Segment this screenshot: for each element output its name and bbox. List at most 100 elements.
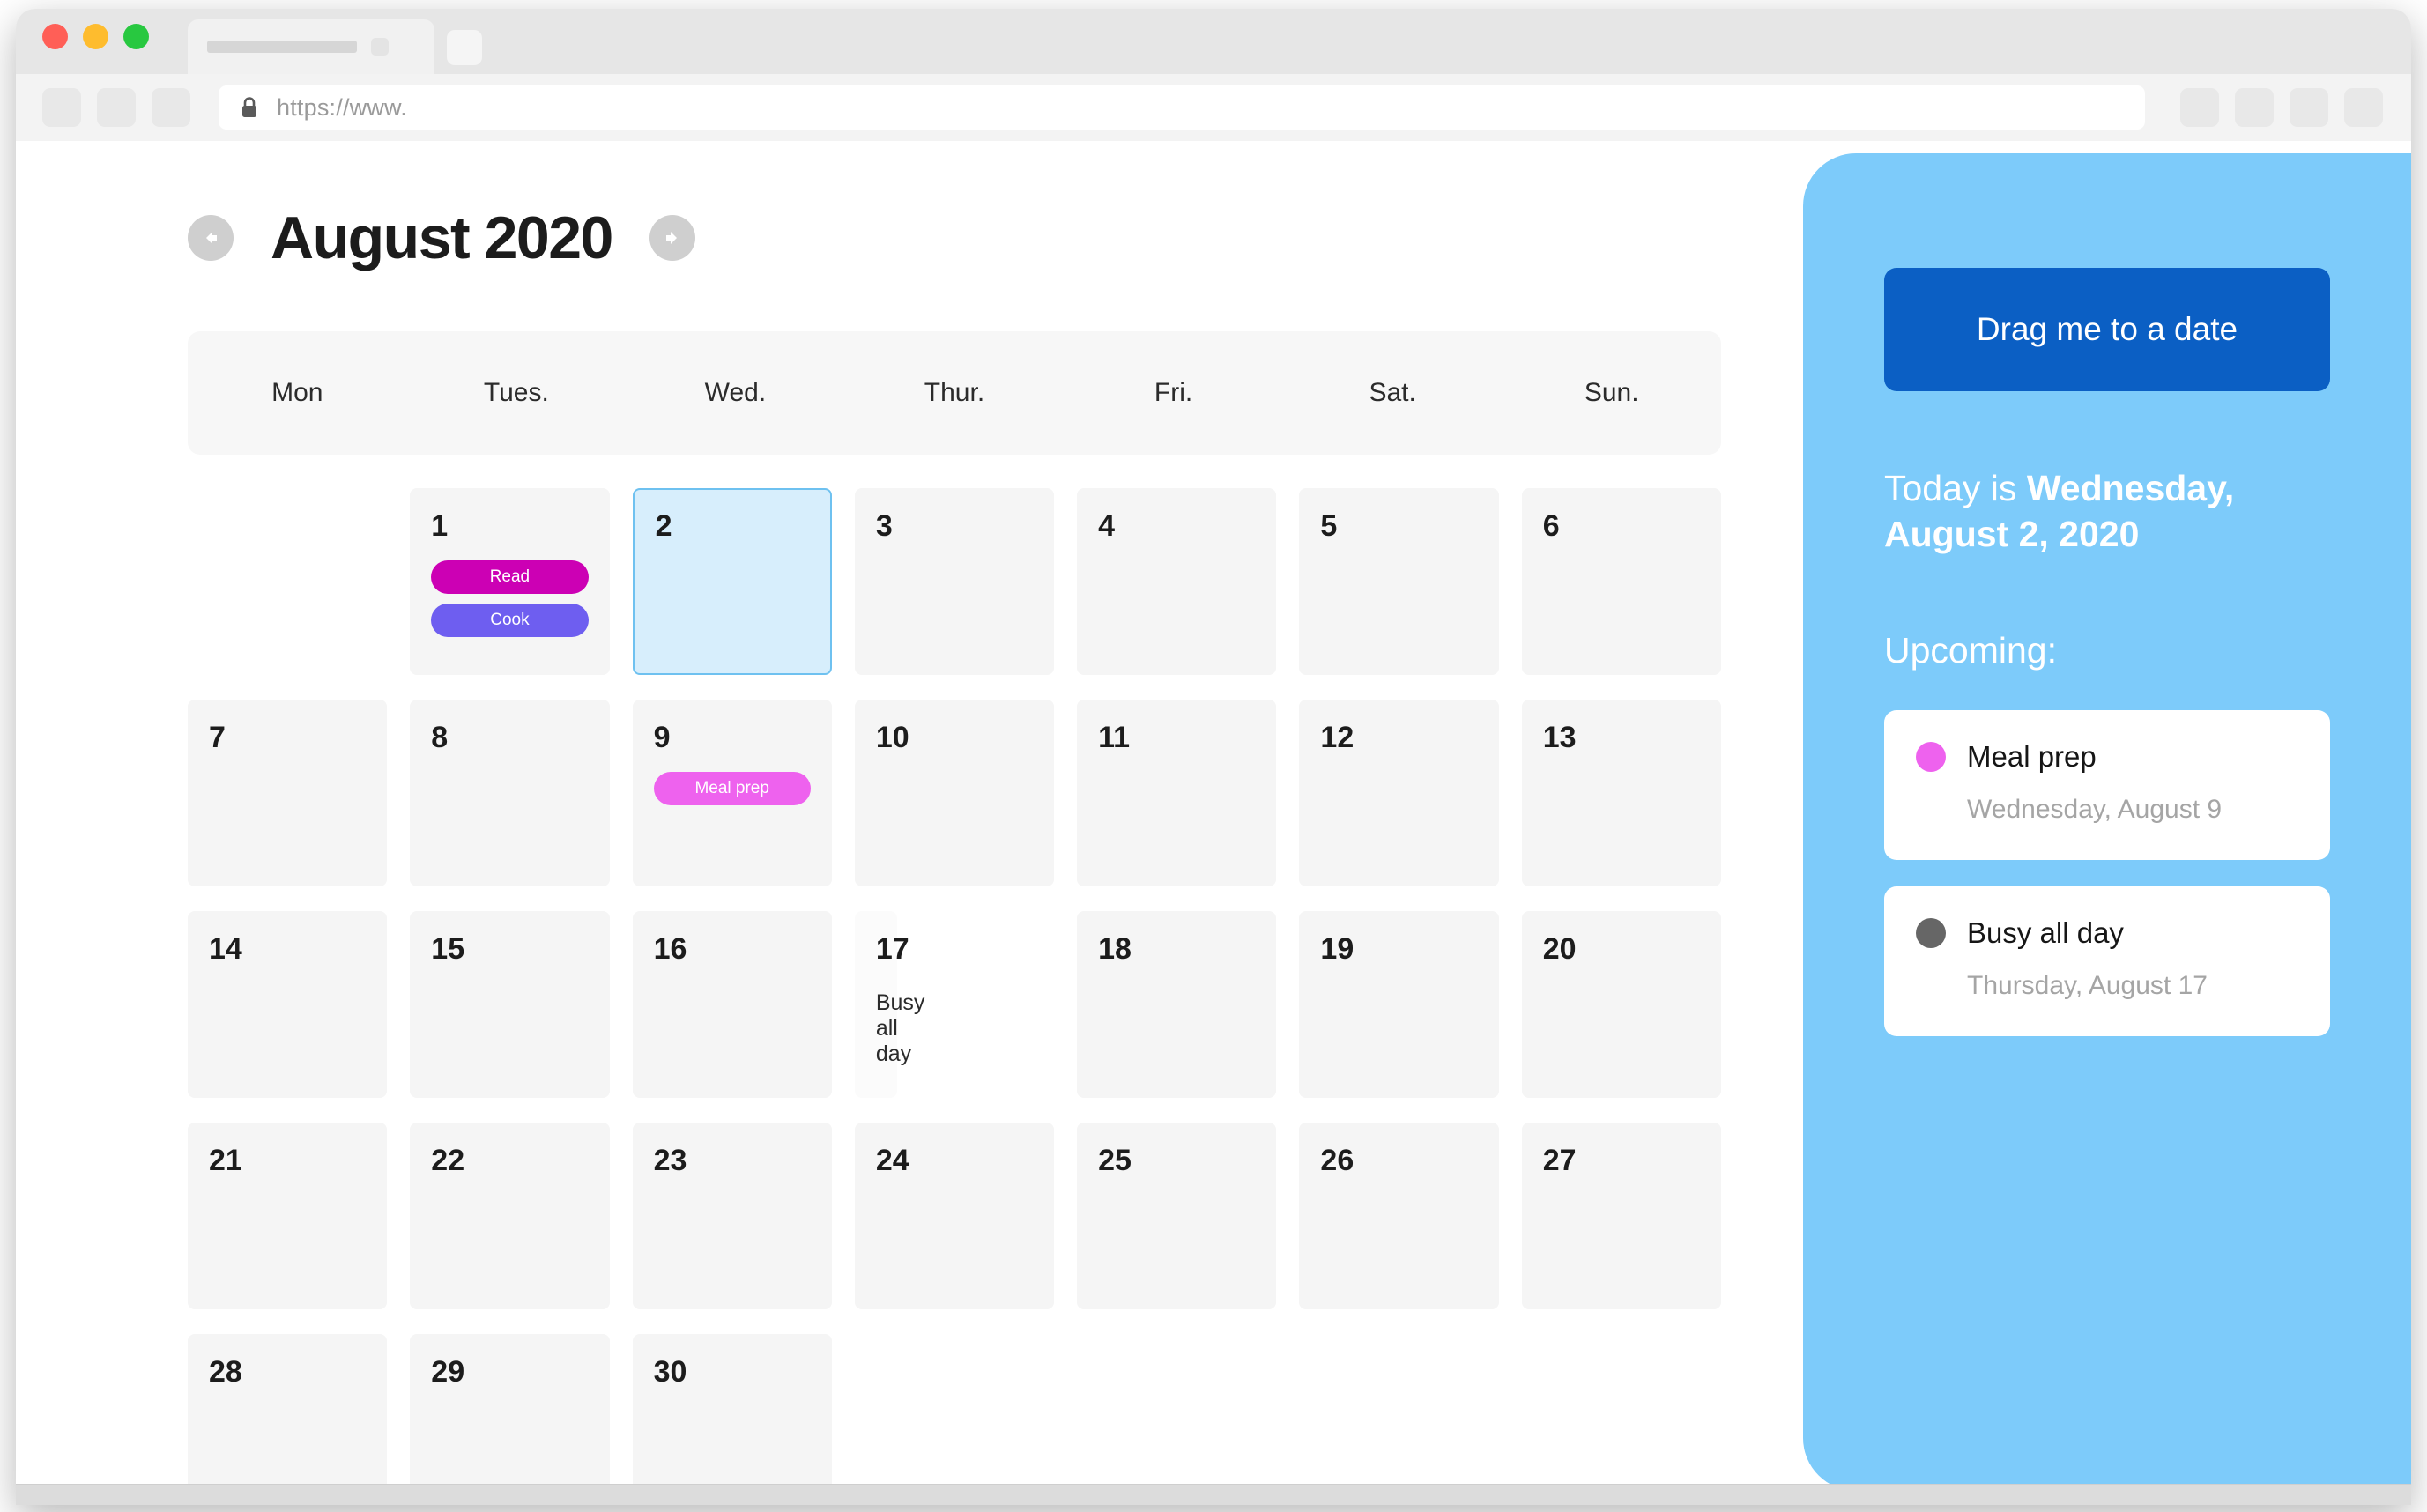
calendar-day-cell[interactable]: 14	[188, 911, 388, 1098]
arrow-right-icon	[665, 232, 677, 244]
maximize-window-button[interactable]	[123, 23, 149, 49]
day-number: 25	[1098, 1144, 1132, 1177]
tab-close-icon[interactable]	[371, 38, 389, 56]
calendar-day-cell[interactable]: 28	[188, 1334, 388, 1505]
calendar-day-cell[interactable]: 17 Busy all day	[854, 911, 924, 1098]
weekday-label-5: Sat.	[1369, 378, 1416, 407]
calendar-day-cell[interactable]: 15	[410, 911, 610, 1098]
calendar-day-cell[interactable]: 20	[1521, 911, 1721, 1098]
day-number: 6	[1542, 509, 1560, 543]
event-color-dot-icon	[1916, 917, 1946, 948]
day-number: 11	[1098, 721, 1131, 754]
browser-tab[interactable]	[188, 19, 434, 74]
event-pill[interactable]: Read	[431, 560, 589, 594]
weekday-label-3: Thur.	[924, 378, 985, 407]
calendar-day-cell[interactable]: 16	[632, 911, 832, 1098]
upcoming-event-card[interactable]: Busy all day Thursday, August 17	[1884, 886, 2330, 1036]
calendar-day-cell[interactable]: 21	[188, 1123, 388, 1309]
day-number: 21	[209, 1144, 242, 1177]
calendar-day-cell[interactable]: 10	[854, 700, 1055, 886]
day-number: 12	[1320, 721, 1355, 754]
page-content: August 2020 Mon Tues. Wed. Thur. Fri. Sat. Sun…	[16, 141, 2411, 1505]
calendar-day-cell[interactable]: 2	[632, 488, 832, 675]
day-number: 26	[1320, 1144, 1355, 1177]
calendar-day-cell[interactable]: 6	[1521, 488, 1721, 675]
toolbar-icon-2[interactable]	[2235, 88, 2274, 127]
day-number: 28	[209, 1355, 242, 1389]
weekday-header-row: Mon Tues. Wed. Thur. Fri. Sat. Sun.	[188, 331, 1721, 455]
calendar-day-cell[interactable]: 25	[1077, 1123, 1277, 1309]
calendar-week-row: 21 22 23 24 25 26 27	[188, 1123, 1721, 1309]
next-month-button[interactable]	[649, 215, 695, 261]
calendar-day-cell[interactable]: 29	[410, 1334, 610, 1505]
calendar-day-cell[interactable]: 9 Meal prep	[632, 700, 832, 886]
minimize-window-button[interactable]	[83, 23, 108, 49]
reload-button[interactable]	[152, 88, 190, 127]
calendar-day-cell[interactable]: 7	[188, 700, 388, 886]
calendar-week-row: 1 Read Cook 2 3 4 5 6	[188, 488, 1721, 675]
today-text: Today is Wednesday, August 2, 2020	[1884, 465, 2298, 558]
calendar-day-cell[interactable]: 4	[1077, 488, 1277, 675]
calendar-week-row: 14 15 16 17 Busy all day 18 19 20	[188, 911, 1721, 1098]
calendar-day-cell[interactable]: 5	[1299, 488, 1499, 675]
toolbar-icon-3[interactable]	[2290, 88, 2328, 127]
weekday-label-4: Fri.	[1154, 378, 1193, 407]
arrow-left-icon	[206, 232, 217, 244]
day-event-list: Meal prep	[653, 772, 811, 805]
event-pill[interactable]: Cook	[431, 604, 589, 637]
calendar-day-cell[interactable]: 8	[410, 700, 610, 886]
sidebar-panel: Drag me to a date Today is Wednesday, Au…	[1803, 153, 2411, 1491]
day-event-list: Read Cook	[431, 560, 589, 637]
calendar-cell-empty	[1077, 1334, 1276, 1505]
day-number: 8	[431, 721, 449, 754]
tab-title-placeholder	[207, 41, 357, 53]
calendar-day-cell[interactable]: 26	[1299, 1123, 1499, 1309]
day-number: 15	[431, 932, 465, 966]
calendar-day-cell[interactable]: 24	[854, 1123, 1055, 1309]
day-number: 1	[431, 509, 449, 543]
calendar-day-cell[interactable]: 23	[632, 1123, 832, 1309]
forward-button[interactable]	[97, 88, 136, 127]
prev-month-button[interactable]	[188, 215, 234, 261]
day-number: 18	[1098, 932, 1132, 966]
toolbar-icon-4[interactable]	[2344, 88, 2383, 127]
upcoming-heading: Upcoming:	[1884, 629, 2057, 671]
calendar: August 2020 Mon Tues. Wed. Thur. Fri. Sat. Sun…	[16, 141, 1831, 1505]
horizontal-scrollbar[interactable]	[16, 1484, 2411, 1505]
day-number: 29	[431, 1355, 465, 1389]
calendar-day-cell[interactable]: 19	[1299, 911, 1499, 1098]
calendar-week-row: 7 8 9 Meal prep 10 11 12 13	[188, 700, 1721, 886]
calendar-day-cell[interactable]: 27	[1521, 1123, 1721, 1309]
day-number: 13	[1542, 721, 1577, 754]
day-number: 16	[653, 932, 687, 966]
close-window-button[interactable]	[42, 23, 68, 49]
event-pill[interactable]: Meal prep	[653, 772, 811, 805]
calendar-cell-empty	[1299, 1334, 1498, 1505]
browser-titlebar	[16, 9, 2411, 74]
back-button[interactable]	[42, 88, 81, 127]
day-number: 10	[875, 721, 909, 754]
browser-toolbar: https://www.	[16, 74, 2411, 141]
calendar-day-cell[interactable]: 30	[632, 1334, 832, 1505]
calendar-day-cell[interactable]: 13	[1521, 700, 1721, 886]
calendar-day-cell[interactable]: 3	[854, 488, 1055, 675]
calendar-weeks: 1 Read Cook 2 3 4 5 6 7 8 9 Meal prep 10 11 12 13 14 15 16…	[188, 488, 1721, 1505]
event-card-header: Meal prep	[1916, 740, 2298, 774]
address-bar[interactable]: https://www.	[219, 85, 2145, 130]
calendar-day-cell[interactable]: 12	[1299, 700, 1499, 886]
upcoming-event-card[interactable]: Meal prep Wednesday, August 9	[1884, 709, 2330, 860]
day-number: 4	[1098, 509, 1116, 543]
calendar-day-cell[interactable]: 11	[1077, 700, 1277, 886]
calendar-day-cell[interactable]: 18	[1077, 911, 1277, 1098]
new-tab-button[interactable]	[447, 30, 482, 65]
calendar-cell-empty	[855, 1334, 1054, 1505]
day-number: 19	[1320, 932, 1355, 966]
day-number: 2	[655, 509, 672, 543]
calendar-day-cell[interactable]: 22	[410, 1123, 610, 1309]
calendar-day-cell[interactable]: 1 Read Cook	[410, 488, 610, 675]
lock-icon	[242, 97, 256, 117]
toolbar-icon-1[interactable]	[2180, 88, 2219, 127]
calendar-week-row: 28 29 30	[188, 1334, 1721, 1505]
drag-to-date-button[interactable]: Drag me to a date	[1884, 268, 2330, 391]
page-title: August 2020	[271, 204, 613, 271]
